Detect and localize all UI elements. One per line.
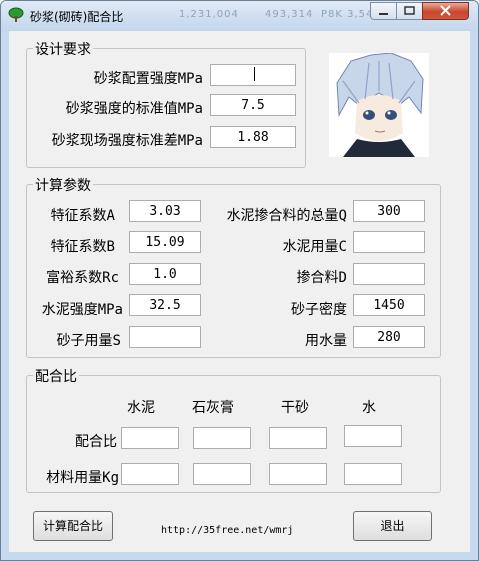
- cement-strength-input[interactable]: [129, 294, 201, 316]
- close-icon: [440, 5, 451, 16]
- window-title: 砂浆(砌砖)配合比: [30, 10, 124, 24]
- sand-amount-input[interactable]: [129, 326, 201, 348]
- tree-icon: [8, 7, 24, 22]
- minimize-icon: [379, 13, 388, 15]
- coefficient-a-input[interactable]: [129, 200, 201, 222]
- material-lime-input[interactable]: [193, 463, 251, 485]
- mix-ratio-sand-input[interactable]: [269, 427, 327, 449]
- mix-ratio-row-label: 配合比: [75, 434, 117, 450]
- mortar-standard-strength-input[interactable]: [210, 94, 296, 116]
- coefficient-b-input[interactable]: [129, 231, 201, 253]
- water-amount-label: 用水量: [305, 333, 347, 349]
- water-amount-input[interactable]: [353, 326, 425, 348]
- total-binder-input[interactable]: [353, 200, 425, 222]
- mortar-standard-strength-label: 砂浆强度的标准值MPa: [65, 101, 203, 117]
- column-header-dry-sand: 干砂: [281, 400, 309, 416]
- text-cursor: [254, 67, 255, 81]
- sand-density-input[interactable]: [353, 294, 425, 316]
- cement-strength-label: 水泥强度MPa: [41, 302, 123, 318]
- background-title-text: 493,314: [265, 9, 314, 20]
- mix-ratio-cement-input[interactable]: [121, 427, 179, 449]
- mix-ratio-water-input[interactable]: [344, 425, 402, 447]
- group-title: 计算参数: [33, 175, 93, 195]
- mortar-config-strength-input[interactable]: [210, 64, 296, 86]
- mix-ratio-lime-input[interactable]: [193, 427, 251, 449]
- mortar-site-std-dev-label: 砂浆现场强度标准差MPa: [51, 133, 203, 149]
- maximize-icon: [404, 6, 415, 15]
- cement-amount-input[interactable]: [353, 231, 425, 253]
- minimize-button[interactable]: [370, 2, 397, 20]
- background-title-text: 1,231,004: [179, 9, 239, 20]
- sand-density-label: 砂子密度: [291, 302, 347, 318]
- surplus-coefficient-label: 富裕系数Rc: [46, 270, 119, 286]
- mortar-config-strength-label: 砂浆配置强度MPa: [93, 71, 203, 87]
- column-header-water: 水: [362, 400, 376, 416]
- cement-amount-label: 水泥用量C: [282, 239, 347, 255]
- close-button[interactable]: [422, 2, 469, 20]
- maximize-button[interactable]: [396, 2, 423, 20]
- anime-avatar-image: [329, 53, 429, 157]
- material-cement-input[interactable]: [121, 463, 179, 485]
- admixture-label: 掺合料D: [296, 270, 347, 286]
- background-title-text: P8K 3,54: [321, 9, 374, 20]
- material-water-input[interactable]: [344, 463, 402, 485]
- exit-button[interactable]: 退出: [353, 511, 432, 541]
- dialog-body: 设计要求 砂浆配置强度MPa 砂浆强度的标准值MPa 砂浆现场强度标准差MPa …: [9, 31, 470, 552]
- mortar-site-std-dev-input[interactable]: [210, 126, 296, 148]
- material-sand-input[interactable]: [269, 463, 327, 485]
- coefficient-b-label: 特征系数B: [50, 239, 115, 255]
- column-header-lime-paste: 石灰膏: [192, 400, 234, 416]
- sand-amount-label: 砂子用量S: [56, 333, 121, 349]
- calculate-mix-button[interactable]: 计算配合比: [33, 511, 113, 541]
- group-title: 设计要求: [33, 39, 93, 59]
- website-link[interactable]: http://35free.net/wmrj: [161, 525, 293, 536]
- admixture-input[interactable]: [353, 263, 425, 285]
- surplus-coefficient-input[interactable]: [129, 263, 201, 285]
- app-window: 砂浆(砌砖)配合比 1,231,004 493,314 P8K 3,54 设计要…: [0, 0, 479, 561]
- title-bar[interactable]: 砂浆(砌砖)配合比 1,231,004 493,314 P8K 3,54: [1, 1, 478, 31]
- coefficient-a-label: 特征系数A: [50, 208, 115, 224]
- column-header-cement: 水泥: [127, 400, 155, 416]
- total-binder-label: 水泥掺合料的总量Q: [226, 208, 347, 224]
- material-amount-row-label: 材料用量Kg: [46, 470, 119, 486]
- group-title: 配合比: [33, 366, 79, 386]
